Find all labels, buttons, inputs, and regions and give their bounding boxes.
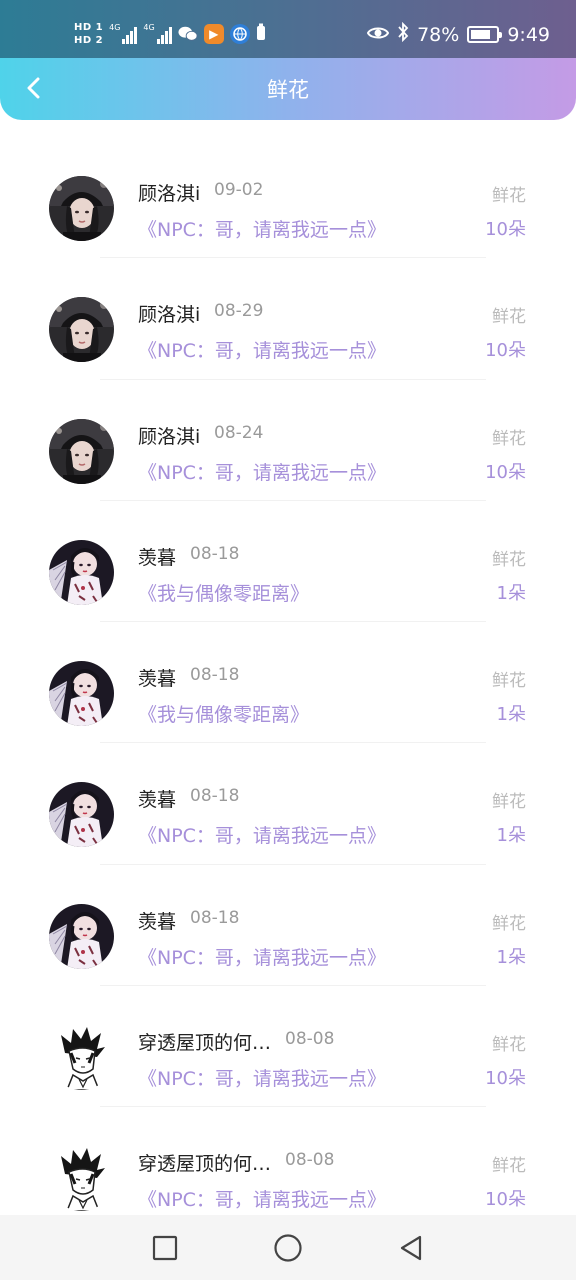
signal-icon-2: 4G (143, 23, 172, 44)
record-row[interactable]: 顾洛淇i 08-29 《NPC：哥，请离我远一点》 鲜花 10朵 (0, 258, 576, 380)
gift-count: 10朵 (485, 1068, 526, 1090)
screen: HD 1 HD 2 4G 4G ▶ 78% 9:49 鲜花 顾洛淇i 09-02… (0, 0, 576, 1280)
net2-label: 4G (143, 23, 155, 32)
user-avatar[interactable] (49, 903, 114, 969)
square-icon (152, 1235, 178, 1261)
user-name[interactable]: 羡暮 (138, 543, 176, 570)
book-title-link[interactable]: 《NPC：哥，请离我远一点》 (138, 336, 386, 363)
gift-type: 鲜花 (492, 186, 526, 206)
record-row[interactable]: 穿透屋顶的何… 08-08 《NPC：哥，请离我远一点》 鲜花 10朵 (0, 986, 576, 1108)
book-title-link[interactable]: 《NPC：哥，请离我远一点》 (138, 215, 386, 242)
record-date: 08-18 (190, 786, 240, 807)
gift-type: 鲜花 (492, 307, 526, 328)
gift-type: 鲜花 (492, 671, 526, 692)
user-name[interactable]: 顾洛淇i (138, 300, 200, 327)
record-row[interactable]: 穿透屋顶的何… 08-08 《NPC：哥，请离我远一点》 鲜花 10朵 (0, 1107, 576, 1215)
user-avatar[interactable] (49, 539, 114, 605)
user-avatar[interactable] (49, 418, 114, 484)
book-title-link[interactable]: 《我与偶像零距离》 (138, 579, 309, 606)
hd1-label: HD 1 (74, 22, 104, 33)
book-title-link[interactable]: 《NPC：哥，请离我远一点》 (138, 1064, 386, 1091)
gift-count: 1朵 (496, 704, 526, 726)
system-back-button[interactable] (396, 1233, 426, 1263)
system-nav-bar (0, 1215, 576, 1280)
net1-label: 4G (109, 23, 121, 32)
record-date: 08-08 (285, 1029, 335, 1050)
status-bar: HD 1 HD 2 4G 4G ▶ 78% 9:49 (0, 0, 576, 58)
browser-app-icon (229, 24, 250, 44)
user-name[interactable]: 羡暮 (138, 907, 176, 934)
user-avatar[interactable] (49, 1146, 114, 1212)
gift-count: 1朵 (496, 946, 526, 968)
record-row[interactable]: 羡暮 08-18 《NPC：哥，请离我远一点》 鲜花 1朵 (0, 743, 576, 865)
user-name[interactable]: 羡暮 (138, 664, 176, 691)
user-avatar[interactable] (49, 782, 114, 848)
flower-records-list[interactable]: 顾洛淇i 09-02 《NPC：哥，请离我远一点》 鲜花 10朵 顾洛淇i 08-29 《NP… (0, 137, 576, 1215)
record-row[interactable]: 羡暮 08-18 《我与偶像零距离》 鲜花 1朵 (0, 501, 576, 623)
hd-indicators: HD 1 HD 2 (74, 22, 103, 46)
gift-count: 10朵 (485, 1189, 526, 1211)
gift-type: 鲜花 (492, 549, 526, 570)
record-date: 09-02 (214, 180, 264, 200)
bluetooth-icon (397, 21, 409, 47)
header: HD 1 HD 2 4G 4G ▶ 78% 9:49 鲜花 (0, 0, 576, 120)
status-left-icons: HD 1 HD 2 4G 4G ▶ (74, 16, 266, 52)
book-title-link[interactable]: 《NPC：哥，请离我远一点》 (138, 1185, 386, 1212)
gift-count: 1朵 (496, 582, 526, 604)
gift-count: 10朵 (485, 340, 526, 362)
video-app-icon: ▶ (203, 24, 224, 44)
user-avatar[interactable] (49, 176, 114, 241)
eye-icon (366, 24, 390, 46)
page-title: 鲜花 (267, 78, 309, 102)
nav-bar: 鲜花 (0, 58, 576, 120)
user-avatar[interactable] (49, 297, 114, 363)
book-title-link[interactable]: 《NPC：哥，请离我远一点》 (138, 943, 386, 970)
record-date: 08-24 (214, 422, 264, 443)
user-name[interactable]: 羡暮 (138, 785, 176, 812)
wechat-icon (178, 24, 198, 44)
user-name[interactable]: 穿透屋顶的何… (138, 1028, 271, 1055)
user-name[interactable]: 顾洛淇i (138, 179, 200, 206)
record-row[interactable]: 羡暮 08-18 《NPC：哥，请离我远一点》 鲜花 1朵 (0, 865, 576, 987)
gift-type: 鲜花 (492, 428, 526, 449)
triangle-back-icon (400, 1235, 422, 1261)
battery-icon (467, 26, 503, 43)
user-avatar[interactable] (49, 661, 114, 727)
record-row[interactable]: 顾洛淇i 09-02 《NPC：哥，请离我远一点》 鲜花 10朵 (0, 137, 576, 259)
record-date: 08-18 (190, 907, 240, 928)
user-avatar[interactable] (49, 1025, 114, 1091)
gift-count: 1朵 (496, 825, 526, 847)
status-time: 9:49 (507, 23, 550, 46)
gift-type: 鲜花 (492, 792, 526, 813)
status-right-icons: 78% 9:49 (366, 21, 550, 47)
record-row[interactable]: 顾洛淇i 08-24 《NPC：哥，请离我远一点》 鲜花 10朵 (0, 380, 576, 501)
gift-type: 鲜花 (492, 1156, 526, 1177)
gift-count: 10朵 (485, 219, 526, 240)
book-title-link[interactable]: 《我与偶像零距离》 (138, 700, 309, 727)
gift-type: 鲜花 (492, 913, 526, 934)
record-date: 08-18 (190, 543, 240, 564)
gift-type: 鲜花 (492, 1035, 526, 1056)
record-row[interactable]: 羡暮 08-18 《我与偶像零距离》 鲜花 1朵 (0, 622, 576, 744)
book-title-link[interactable]: 《NPC：哥，请离我远一点》 (138, 821, 386, 848)
record-date: 08-29 (214, 301, 264, 322)
circle-icon (274, 1234, 302, 1262)
user-name[interactable]: 穿透屋顶的何… (138, 1149, 271, 1176)
record-date: 08-08 (285, 1150, 335, 1171)
signal-icon: 4G (109, 23, 138, 44)
battery-percent: 78% (417, 23, 460, 46)
book-title-link[interactable]: 《NPC：哥，请离我远一点》 (138, 458, 386, 485)
battery-saver-icon (256, 23, 266, 45)
record-date: 08-18 (190, 665, 240, 686)
gift-count: 10朵 (485, 461, 526, 483)
hd2-label: HD 2 (74, 35, 104, 46)
home-button[interactable] (273, 1233, 303, 1263)
recents-button[interactable] (150, 1233, 180, 1263)
user-name[interactable]: 顾洛淇i (138, 422, 200, 449)
